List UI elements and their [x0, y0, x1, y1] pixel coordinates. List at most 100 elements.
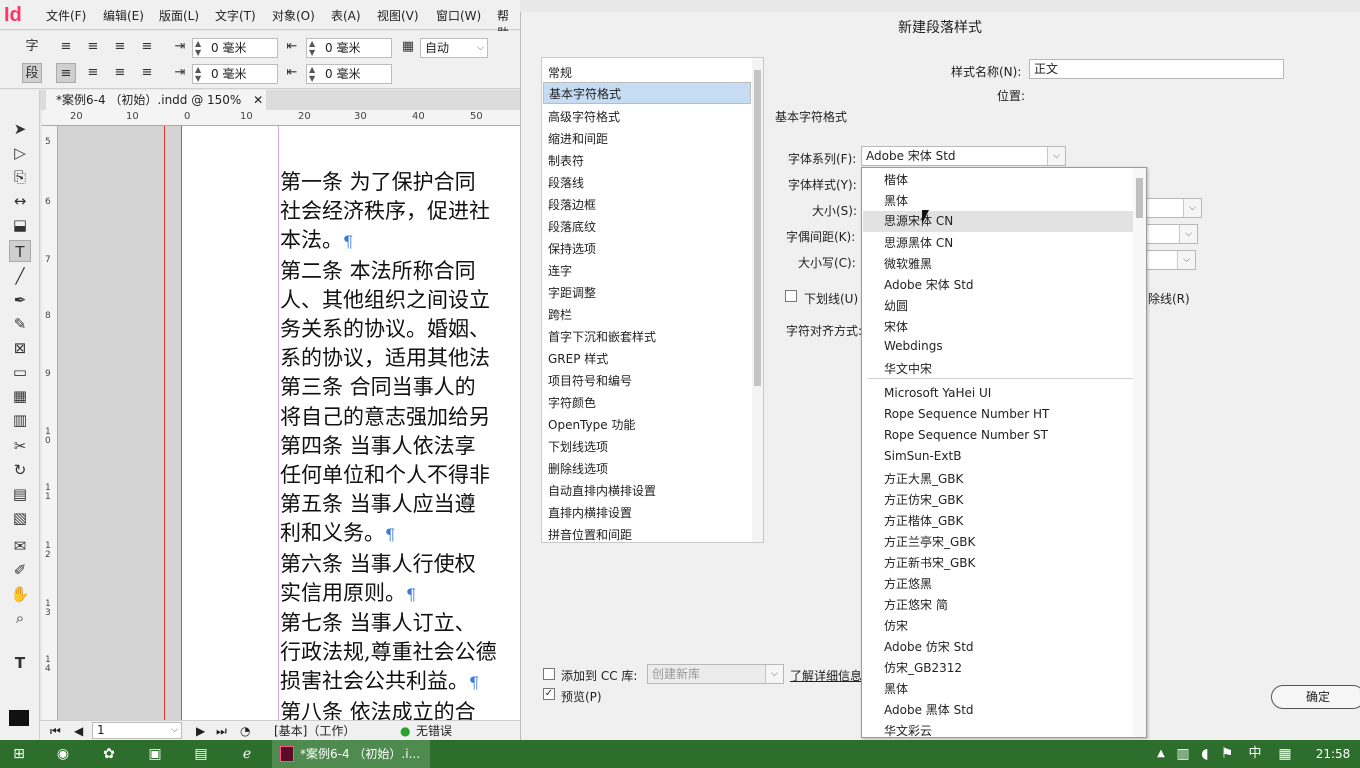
menu-item[interactable]: 窗口(W): [436, 7, 481, 24]
category-item[interactable]: 项目符号和编号: [548, 372, 632, 389]
category-scroll-thumb[interactable]: [754, 70, 761, 386]
menu-item[interactable]: 视图(V): [377, 7, 419, 24]
align-center-icon[interactable]: ≡: [83, 37, 103, 57]
rotate-tool-icon[interactable]: ↻: [9, 459, 31, 481]
start-button-icon[interactable]: ⊞: [8, 744, 30, 764]
category-item[interactable]: 直排内横排设置: [548, 504, 632, 521]
leading-select[interactable]: 自动 ⌵: [420, 38, 488, 58]
category-item[interactable]: 高级字符格式: [548, 108, 620, 125]
pencil-tool-icon[interactable]: ✎: [9, 313, 31, 335]
font-item[interactable]: 方正楷体_GBK: [884, 512, 963, 529]
grid-tool-icon[interactable]: ▥: [9, 409, 31, 431]
page-tool-icon[interactable]: ⎘: [9, 166, 31, 188]
category-item[interactable]: OpenType 功能: [548, 416, 635, 433]
category-item[interactable]: 段落线: [548, 174, 584, 191]
eyedropper-tool-icon[interactable]: ✐: [9, 559, 31, 581]
align-right-icon[interactable]: ≡: [110, 37, 130, 57]
character-mode-button[interactable]: 字: [22, 37, 42, 57]
font-item[interactable]: SimSun-ExtB: [884, 449, 961, 463]
font-item[interactable]: 方正悠黑: [884, 575, 932, 592]
gradient-feather-icon[interactable]: ▧: [9, 507, 31, 529]
hand-tool-icon[interactable]: ✋: [9, 583, 31, 605]
category-item[interactable]: 常规: [548, 64, 572, 81]
direct-selection-tool-icon[interactable]: ▷: [9, 142, 31, 164]
prev-page-icon[interactable]: ◀: [74, 721, 83, 741]
app-icon-2[interactable]: ✿: [98, 744, 120, 764]
font-item[interactable]: 仿宋_GB2312: [884, 659, 962, 676]
font-item[interactable]: 楷体: [884, 171, 908, 188]
justify-left-icon[interactable]: ≡: [56, 63, 76, 83]
left-indent-field[interactable]: ▲ ▼ 0 毫米: [192, 38, 278, 58]
font-dropdown-list[interactable]: 楷体 黑体 思源宋体 CN 思源黑体 CN 微软雅黑 Adobe 宋体 Std 幼圆 宋体 We…: [861, 167, 1147, 738]
font-family-combo[interactable]: Adobe 宋体 Std ⌵: [861, 146, 1066, 166]
content-collector-icon[interactable]: ⬓: [9, 214, 31, 236]
volume-icon[interactable]: ◖: [1194, 744, 1216, 764]
right-indent-field[interactable]: ▲ ▼ 0 毫米: [306, 38, 392, 58]
pen-tool-icon[interactable]: ✒: [9, 289, 31, 311]
font-item[interactable]: Adobe 仿宋 Std: [884, 638, 974, 655]
first-line-indent-field[interactable]: ▲ ▼ 0 毫米: [192, 64, 278, 84]
justify-all-icon[interactable]: ≡: [137, 63, 157, 83]
justify-right-icon[interactable]: ≡: [110, 63, 130, 83]
font-item[interactable]: 华文彩云: [884, 722, 932, 737]
tray-up-icon[interactable]: ▲: [1150, 744, 1172, 764]
open-page-icon[interactable]: ◔: [240, 721, 250, 741]
font-item[interactable]: Adobe 黑体 Std: [884, 701, 974, 718]
category-item[interactable]: 删除线选项: [548, 460, 608, 477]
paragraph-mode-button[interactable]: 段: [22, 63, 42, 83]
font-item[interactable]: Microsoft YaHei UI: [884, 386, 991, 400]
category-item[interactable]: 段落底纹: [548, 218, 596, 235]
size-combo[interactable]: ⌵: [1140, 198, 1202, 218]
add-to-cc-checkbox[interactable]: [543, 668, 555, 680]
category-item[interactable]: GREP 样式: [548, 350, 608, 367]
menu-item[interactable]: 文字(T): [215, 7, 256, 24]
font-item[interactable]: 宋体: [884, 318, 908, 335]
ok-button[interactable]: 确定: [1271, 685, 1360, 709]
category-item[interactable]: 自动直排内横排设置: [548, 482, 656, 499]
font-list-scrollbar[interactable]: [1133, 168, 1146, 737]
justify-center-icon[interactable]: ≡: [83, 63, 103, 83]
app-icon-1[interactable]: ◉: [52, 744, 74, 764]
last-page-icon[interactable]: ⏭: [216, 721, 227, 741]
flag-icon[interactable]: ⚑: [1216, 744, 1238, 764]
font-item[interactable]: 方正新书宋_GBK: [884, 554, 975, 571]
category-item[interactable]: 下划线选项: [548, 438, 608, 455]
next-page-icon[interactable]: ▶: [196, 721, 205, 741]
document-tab[interactable]: *案例6-4 （初始）.indd @ 150% ✕: [46, 90, 266, 110]
category-item[interactable]: 段落边框: [548, 196, 596, 213]
close-tab-icon[interactable]: ✕: [253, 93, 263, 107]
font-item[interactable]: 方正大黑_GBK: [884, 470, 963, 487]
font-item[interactable]: Rope Sequence Number HT: [884, 407, 1049, 421]
rectangle-frame-tool-icon[interactable]: ⊠: [9, 337, 31, 359]
font-item[interactable]: 仿宋: [884, 617, 908, 634]
note-tool-icon[interactable]: ✉: [9, 535, 31, 557]
font-item[interactable]: 方正悠宋 简: [884, 596, 948, 613]
selection-tool-icon[interactable]: ➤: [9, 118, 31, 140]
gradient-tool-icon[interactable]: ▤: [9, 483, 31, 505]
page-number-field[interactable]: 1 ⌵: [92, 722, 182, 739]
scissors-tool-icon[interactable]: ✂: [9, 435, 31, 457]
menu-item[interactable]: 文件(F): [46, 7, 86, 24]
category-item[interactable]: 制表符: [548, 152, 584, 169]
font-item[interactable]: 思源黑体 CN: [884, 234, 953, 251]
network-icon[interactable]: ▥: [1172, 744, 1194, 764]
font-item[interactable]: 黑体: [884, 680, 908, 697]
excel-icon[interactable]: ▤: [190, 744, 212, 764]
cc-library-select[interactable]: 创建新库 ⌵: [647, 664, 784, 684]
formatting-text-icon[interactable]: T: [9, 652, 31, 674]
rectangle-tool-icon[interactable]: ▭: [9, 361, 31, 383]
font-item[interactable]: 方正仿宋_GBK: [884, 491, 963, 508]
category-item[interactable]: 保持选项: [548, 240, 596, 257]
font-item-hovered[interactable]: 思源宋体 CN: [863, 211, 1133, 232]
case-combo[interactable]: ⌵: [1140, 250, 1196, 270]
category-item[interactable]: 连字: [548, 262, 572, 279]
menu-item[interactable]: 对象(O): [272, 7, 315, 24]
underline-checkbox[interactable]: [785, 290, 797, 302]
category-item[interactable]: 字距调整: [548, 284, 596, 301]
font-list-scroll-thumb[interactable]: [1136, 178, 1143, 218]
profile-label[interactable]: [基本]（工作）: [274, 721, 355, 741]
type-tool-icon[interactable]: T: [9, 240, 31, 262]
style-name-input[interactable]: 正文: [1029, 59, 1284, 79]
taskbar-active-app[interactable]: *案例6-4 （初始）.i...: [272, 740, 430, 768]
preflight-label[interactable]: 无错误: [416, 721, 452, 741]
